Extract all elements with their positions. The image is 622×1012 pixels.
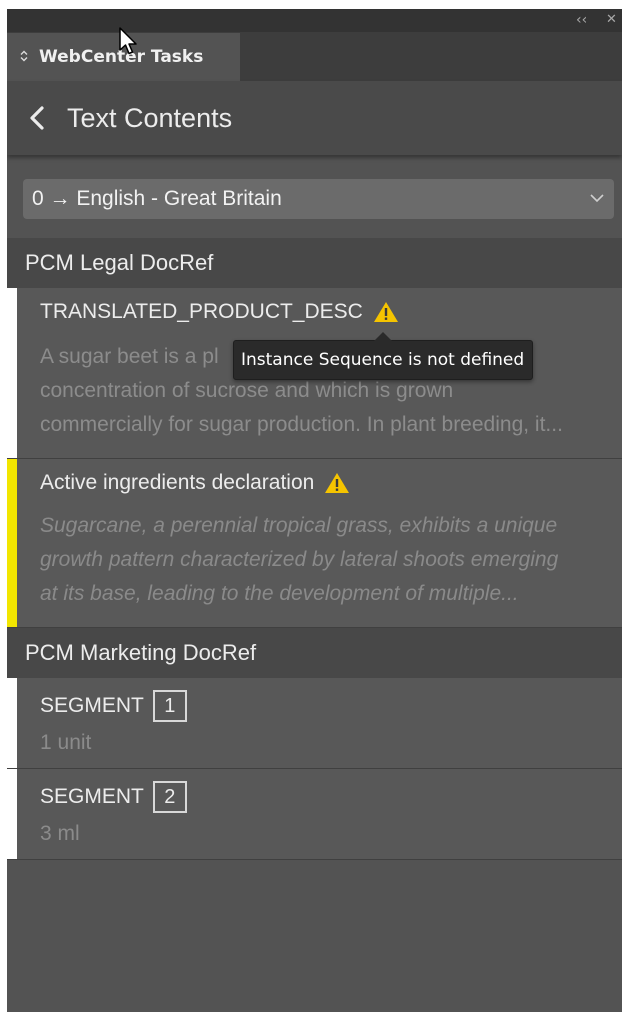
item-name: SEGMENT 2 (40, 781, 187, 813)
close-panel-icon[interactable]: ✕ (606, 13, 617, 27)
status-stripe (7, 769, 17, 859)
webcenter-tasks-panel: ‹‹ ✕ WebCenter Tasks Text Contents 0 → E… (7, 9, 622, 1012)
item-name-text: Active ingredients declaration (40, 471, 315, 494)
item-name-text: SEGMENT (40, 785, 144, 808)
preview-line: at its base, leading to the development … (40, 582, 519, 605)
tooltip-text: Instance Sequence is not defined (241, 350, 525, 370)
section-title: PCM Legal DocRef (25, 250, 214, 275)
list-item-active-ingredients[interactable]: Active ingredients declaration Sugarcane… (7, 459, 622, 628)
collapse-panel-icon[interactable]: ‹‹ (576, 13, 587, 27)
item-name: TRANSLATED_PRODUCT_DESC (40, 300, 399, 324)
preview-line: commercially for sugar production. In pl… (40, 413, 563, 436)
list-item-segment-1[interactable]: SEGMENT 1 1 unit (7, 678, 622, 769)
tooltip-arrow (374, 332, 392, 341)
page-title: Text Contents (67, 102, 233, 133)
language-select-value: 0 → English - Great Britain (32, 187, 282, 210)
section-header-marketing: PCM Marketing DocRef (7, 628, 622, 678)
segment-index-badge: 1 (152, 690, 187, 722)
preview-line: growth pattern characterized by lateral … (40, 548, 559, 571)
preview-line: A sugar beet is a pl (40, 345, 219, 368)
item-name: SEGMENT 1 (40, 690, 187, 722)
mouse-cursor-icon (118, 26, 138, 61)
preview-line: Sugarcane, a perennial tropical grass, e… (40, 514, 558, 537)
warning-tooltip: Instance Sequence is not defined (233, 332, 533, 380)
tab-row: WebCenter Tasks (7, 32, 622, 81)
chevron-down-icon (590, 190, 604, 208)
warning-icon[interactable] (373, 301, 399, 323)
segment-value: 1 unit (40, 731, 92, 754)
section-header-legal: PCM Legal DocRef (7, 238, 622, 288)
chevron-left-icon[interactable] (29, 106, 51, 130)
panel-title-bar: ‹‹ ✕ (7, 9, 622, 32)
updown-chevron-icon (20, 50, 32, 65)
warning-icon[interactable] (324, 472, 350, 494)
item-name-text: TRANSLATED_PRODUCT_DESC (40, 300, 363, 323)
segment-index-badge: 2 (152, 781, 187, 813)
item-name: Active ingredients declaration (40, 471, 350, 495)
segment-value: 3 ml (40, 822, 80, 845)
page-header: Text Contents (7, 81, 622, 155)
item-preview-text: Sugarcane, a perennial tropical grass, e… (40, 509, 618, 611)
status-stripe (7, 678, 17, 768)
item-name-text: SEGMENT (40, 694, 144, 717)
section-title: PCM Marketing DocRef (25, 640, 257, 665)
status-stripe (7, 288, 17, 458)
status-stripe (7, 459, 17, 627)
language-select[interactable]: 0 → English - Great Britain (23, 179, 614, 219)
list-item-segment-2[interactable]: SEGMENT 2 3 ml (7, 769, 622, 860)
